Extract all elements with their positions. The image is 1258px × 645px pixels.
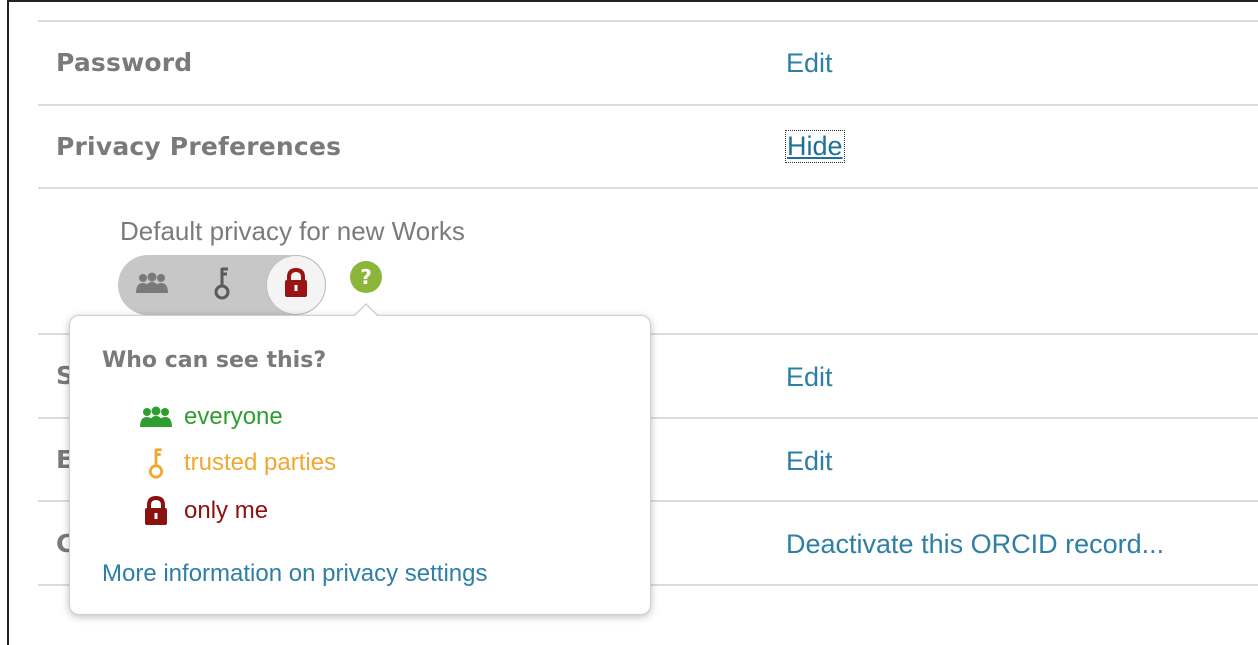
password-label: Password	[56, 48, 193, 77]
everyone-icon	[138, 402, 174, 432]
legend-trusted-parties: trusted parties	[138, 448, 337, 479]
legend-only-me-label: only me	[184, 497, 269, 524]
popover-title: Who can see this?	[102, 348, 327, 373]
legend-only-me: only me	[138, 496, 268, 526]
privacy-toggle	[118, 255, 326, 315]
legend-everyone: everyone	[138, 402, 283, 432]
divider	[38, 187, 1258, 189]
divider	[38, 104, 1258, 106]
divider	[38, 20, 1258, 22]
only-me-option[interactable]	[266, 255, 326, 315]
legend-trusted-label: trusted parties	[184, 449, 337, 476]
frame-border-top	[7, 0, 1258, 2]
privacy-help-popover: Who can see this? everyone trusted parti…	[69, 303, 651, 615]
popover-arrow-inner	[354, 305, 378, 317]
row4-edit-link[interactable]: Edit	[786, 446, 833, 477]
trusted-parties-option[interactable]	[192, 255, 252, 315]
row3-edit-link[interactable]: Edit	[786, 362, 833, 393]
legend-everyone-label: everyone	[184, 403, 283, 430]
default-privacy-label: Default privacy for new Works	[120, 216, 465, 246]
privacy-help-icon[interactable]: ?	[350, 261, 382, 293]
lock-icon	[138, 496, 174, 526]
more-privacy-info-link[interactable]: More information on privacy settings	[102, 560, 488, 588]
deactivate-orcid-link[interactable]: Deactivate this ORCID record...	[786, 529, 1164, 560]
key-icon	[211, 265, 233, 306]
lock-icon	[283, 267, 309, 303]
frame-border-left	[7, 0, 9, 645]
everyone-icon	[135, 272, 169, 299]
key-icon	[138, 448, 174, 479]
password-edit-link[interactable]: Edit	[786, 48, 833, 79]
privacy-preferences-label: Privacy Preferences	[56, 132, 342, 161]
everyone-option[interactable]	[122, 255, 182, 315]
privacy-hide-link[interactable]: Hide	[785, 130, 845, 163]
